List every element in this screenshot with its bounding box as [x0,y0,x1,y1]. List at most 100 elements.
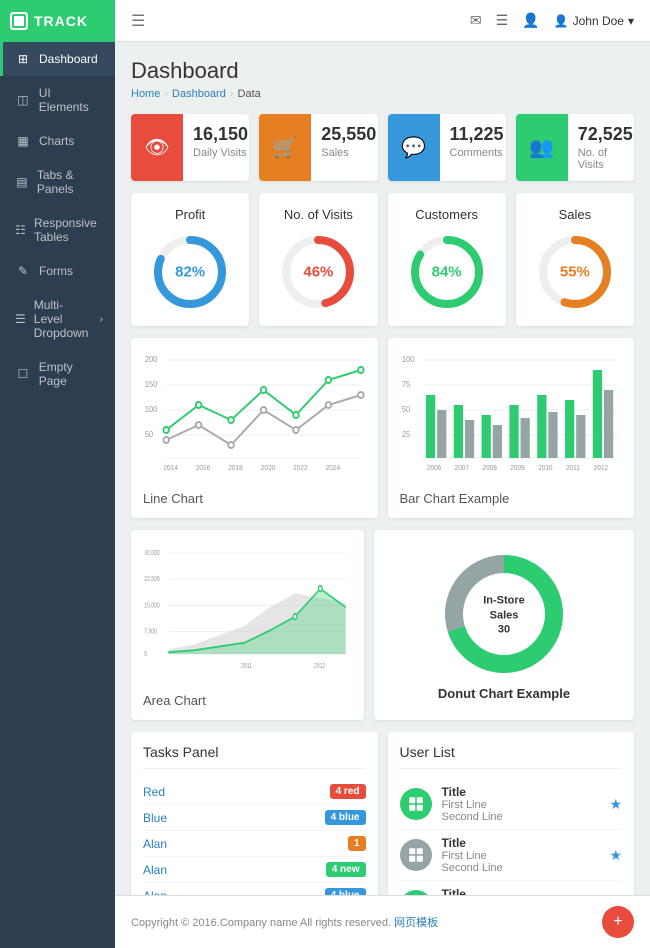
circle-card-sales: Sales 55% [516,193,634,326]
sales-info: 25,550 Sales [311,114,377,181]
svg-text:2022: 2022 [293,465,308,472]
star-icon-1[interactable]: ★ [609,796,622,813]
sidebar-item-charts-label: Charts [39,134,74,148]
user-title-3: Title [442,887,600,895]
sidebar-item-dashboard[interactable]: ⊞ Dashboard [0,42,115,76]
svg-text:2014: 2014 [163,465,178,472]
comment-icon: 💬 [401,135,426,160]
svg-text:100: 100 [401,355,413,364]
page-content: Dashboard Home › Dashboard › Data 👁 16,1… [115,42,650,895]
email-icon[interactable]: ✉ [470,12,482,29]
visits-circle-label: 46% [303,264,333,281]
user-list-item: Title First Line Second Line ★ [400,779,623,830]
svg-text:30,000: 30,000 [144,549,160,557]
hamburger-icon[interactable]: ☰ [131,11,145,31]
sales-icon-box: 🛒 [259,114,311,181]
group-icon: 👥 [529,135,554,160]
tasks-panel: Tasks Panel Red 4 red Blue 4 blue Alan 1… [131,732,378,895]
user-avatar-2 [400,839,432,871]
visits-number: 72,525 [578,124,633,145]
user-title-2: Title [442,836,600,850]
svg-text:2024: 2024 [326,465,341,472]
customers-title: Customers [398,207,496,222]
svg-text:2010: 2010 [538,465,553,472]
daily-visits-icon-box: 👁 [131,114,183,181]
task-alan3-badge: 4 blue [325,888,366,895]
sales-circle-label: 55% [560,264,590,281]
line-chart-svg: 200 150 100 50 [143,350,366,480]
sidebar-item-responsive-tables[interactable]: ☷ Responsive Tables [0,206,115,254]
visits-circle: 46% [278,232,358,312]
area-chart-svg: 30,000 22,500 15,000 7,500 0 [143,542,352,682]
circle-card-visits: No. of Visits 46% [259,193,377,326]
user-list-item: Title First Line Second Line ★ [400,830,623,881]
task-alan1-label[interactable]: Alan [143,837,167,851]
svg-text:25: 25 [401,430,409,439]
profit-title: Profit [141,207,239,222]
svg-text:15,000: 15,000 [144,601,160,609]
sidebar-item-forms[interactable]: ✎ Forms [0,254,115,288]
user-icon-small: 👤 [554,14,569,28]
breadcrumb-home[interactable]: Home [131,88,160,100]
task-alan2-label[interactable]: Alan [143,863,167,877]
svg-text:2008: 2008 [482,465,497,472]
sidebar-item-multi-dropdown[interactable]: ☰ Multi-Level Dropdown › [0,288,115,350]
username: John Doe [573,14,624,28]
user-line1-2: First Line [442,850,600,862]
sidebar-item-empty-page[interactable]: ☐ Empty Page [0,350,115,398]
tabs-panels-icon: ▤ [15,175,29,189]
sidebar-item-tabs-panels[interactable]: ▤ Tabs & Panels [0,158,115,206]
donut-chart-card: In-Store Sales 30 Donut Chart Example [374,530,634,720]
task-red-label[interactable]: Red [143,785,165,799]
daily-visits-label: Daily Visits [193,147,248,159]
page-title: Dashboard [131,58,634,84]
donut-center-value: 30 [498,623,510,635]
empty-page-icon: ☐ [15,367,31,381]
comments-info: 11,225 Comments [440,114,506,181]
comments-number: 11,225 [450,124,504,145]
circle-card-customers: Customers 84% [388,193,506,326]
ui-elements-icon: ◫ [15,93,31,107]
svg-text:2006: 2006 [426,465,441,472]
breadcrumb-sep2: › [230,88,234,100]
dashboard-icon: ⊞ [15,52,31,66]
profit-label: 82% [175,264,205,281]
user-info-2: Title First Line Second Line [442,836,600,874]
footer-link[interactable]: 网页模板 [394,917,438,929]
list-icon[interactable]: ☰ [496,12,509,29]
breadcrumb-dashboard[interactable]: Dashboard [172,88,226,100]
svg-text:2011: 2011 [241,662,252,670]
comments-label: Comments [450,147,504,159]
star-icon-2[interactable]: ★ [609,847,622,864]
sidebar-item-charts[interactable]: ▦ Charts [0,124,115,158]
daily-visits-number: 16,150 [193,124,248,145]
donut-chart-title: Donut Chart Example [438,686,570,702]
svg-text:22,500: 22,500 [144,575,160,583]
svg-text:2012: 2012 [593,465,608,472]
stats-row: 👁 16,150 Daily Visits 🛒 25,550 Sales � [131,114,634,181]
cart-icon: 🛒 [273,135,298,160]
donut-container: In-Store Sales 30 Donut Chart Example [386,542,622,708]
svg-text:200: 200 [145,355,157,364]
stat-card-comments: 💬 11,225 Comments [388,114,506,181]
topbar-right: ✉ ☰ 👤 👤 John Doe ▾ [470,12,634,29]
tasks-panel-title: Tasks Panel [143,744,366,769]
svg-text:75: 75 [401,380,409,389]
chevron-right-icon: › [100,314,103,325]
footer: Copyright © 2016.Company name All rights… [115,895,650,948]
footer-action-button[interactable]: + [602,906,634,938]
svg-text:7,500: 7,500 [144,628,157,636]
sidebar-item-dropdown-label: Multi-Level Dropdown [34,298,92,340]
stat-card-daily-visits: 👁 16,150 Daily Visits [131,114,249,181]
donut-wrap: In-Store Sales 30 [439,549,569,682]
svg-text:100: 100 [145,405,157,414]
task-item: Alan 4 blue [143,883,366,895]
user-menu[interactable]: 👤 John Doe ▾ [554,14,634,28]
task-blue-label[interactable]: Blue [143,811,167,825]
sidebar-logo[interactable]: TRACK [0,0,115,42]
user-title-1: Title [442,785,600,799]
user-icon[interactable]: 👤 [522,12,539,29]
bottom-row: Tasks Panel Red 4 red Blue 4 blue Alan 1… [131,732,634,895]
topbar-left: ☰ [131,11,145,31]
sidebar-item-ui-elements[interactable]: ◫ UI Elements [0,76,115,124]
